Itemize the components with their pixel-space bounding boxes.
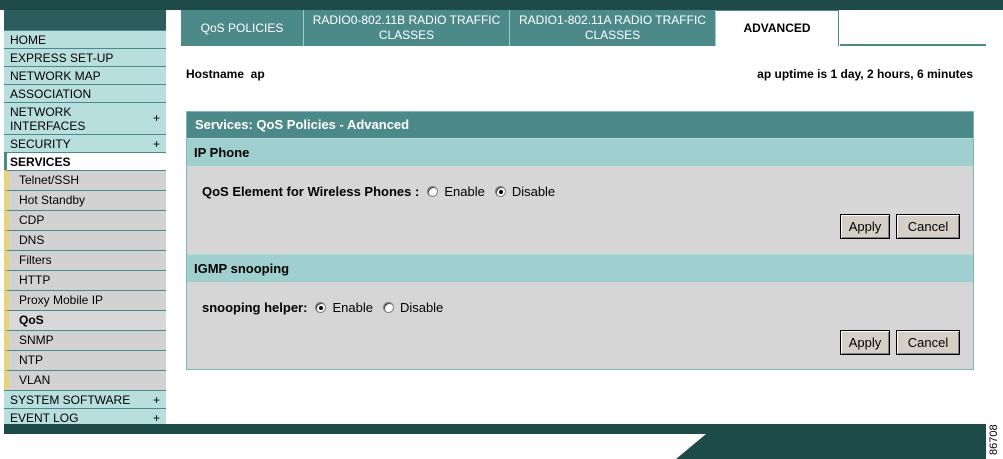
ip-phone-heading: IP Phone xyxy=(187,138,973,166)
sidebar-item-security[interactable]: SECURITY + xyxy=(4,134,166,152)
tab-radio0-traffic-classes[interactable]: RADIO0-802.11B RADIO TRAFFIC CLASSES xyxy=(304,10,510,46)
qos-element-disable-radio[interactable] xyxy=(494,186,506,197)
sidebar-subitem-label: DNS xyxy=(19,233,45,247)
sidebar-subitem-label: QoS xyxy=(19,313,44,327)
sidebar-item-label: EVENT LOG xyxy=(10,411,79,425)
sidebar-item-label: ASSOCIATION xyxy=(10,87,92,101)
qos-element-label: QoS Element for Wireless Phones : xyxy=(202,184,420,199)
sidebar-item-label: SERVICES xyxy=(10,155,71,169)
sidebar-item-association[interactable]: ASSOCIATION xyxy=(4,84,166,102)
tab-bar: QoS POLICIES RADIO0-802.11B RADIO TRAFFI… xyxy=(181,10,839,46)
ip-phone-apply-button[interactable]: Apply xyxy=(840,214,890,239)
qos-element-enable-radio[interactable] xyxy=(427,186,439,197)
snooping-helper-enable-radio[interactable] xyxy=(315,302,327,313)
expand-plus-icon[interactable]: + xyxy=(153,391,160,409)
sidebar-item-label: EXPRESS SET-UP xyxy=(10,51,114,65)
radio-label-enable: Enable xyxy=(332,300,373,315)
sidebar-subitem-label: CDP xyxy=(19,213,45,227)
sidebar-item-network-map[interactable]: NETWORK MAP xyxy=(4,66,166,84)
igmp-cancel-button[interactable]: Cancel xyxy=(896,330,960,355)
panel-title: Services: QoS Policies - Advanced xyxy=(187,112,973,138)
sidebar-subitem-ntp[interactable]: NTP xyxy=(4,350,166,370)
sidebar-subitem-label: VLAN xyxy=(19,373,51,387)
bottom-corner-decoration xyxy=(676,434,986,459)
tab-qos-policies[interactable]: QoS POLICIES xyxy=(181,10,304,46)
igmp-snooping-section: snooping helper: Enable Disable Apply Ca… xyxy=(187,282,973,370)
top-band xyxy=(0,0,1003,10)
snooping-helper-disable-radio[interactable] xyxy=(382,302,394,313)
sidebar-item-label: SECURITY xyxy=(10,137,71,151)
radio-label-disable: Disable xyxy=(511,184,556,199)
sidebar-nav: HOME EXPRESS SET-UP NETWORK MAP ASSOCIAT… xyxy=(4,10,166,426)
sidebar-item-network-interfaces[interactable]: NETWORK INTERFACES + xyxy=(4,102,166,134)
figure-number: 86708 xyxy=(988,424,1000,455)
radio-label-disable: Disable xyxy=(399,300,444,315)
ip-phone-section: QoS Element for Wireless Phones : Enable… xyxy=(187,166,973,254)
hostname-text: Hostname ap xyxy=(186,67,265,81)
sidebar-subitem-snmp[interactable]: SNMP xyxy=(4,330,166,350)
sidebar-subitem-label: SNMP xyxy=(19,333,54,347)
sidebar-subitem-hot-standby[interactable]: Hot Standby xyxy=(4,190,166,210)
sidebar-subitem-cdp[interactable]: CDP xyxy=(4,210,166,230)
snooping-helper-label: snooping helper: xyxy=(202,300,308,315)
sidebar-subitem-dns[interactable]: DNS xyxy=(4,230,166,250)
sidebar-subitem-label: Hot Standby xyxy=(19,193,86,207)
sidebar-subitem-label: HTTP xyxy=(19,273,51,287)
sidebar-subitem-qos[interactable]: QoS xyxy=(4,310,166,330)
tab-underline xyxy=(840,44,986,46)
sidebar-subitem-proxy-mobile-ip[interactable]: Proxy Mobile IP xyxy=(4,290,166,310)
sidebar-subitem-vlan[interactable]: VLAN xyxy=(4,370,166,390)
sidebar-header xyxy=(4,10,166,30)
radio-label-enable: Enable xyxy=(444,184,485,199)
sidebar-item-services[interactable]: SERVICES xyxy=(4,152,166,170)
sidebar-subitem-filters[interactable]: Filters xyxy=(4,250,166,270)
sidebar-item-home[interactable]: HOME xyxy=(4,30,166,48)
tab-radio1-traffic-classes[interactable]: RADIO1-802.11A RADIO TRAFFIC CLASSES xyxy=(510,10,716,46)
ip-phone-cancel-button[interactable]: Cancel xyxy=(896,214,960,239)
sidebar-subitem-label: Proxy Mobile IP xyxy=(19,293,104,307)
sidebar-item-label: NETWORK INTERFACES xyxy=(10,105,86,133)
sidebar-item-label: SYSTEM SOFTWARE xyxy=(10,393,131,407)
bottom-band xyxy=(4,424,986,434)
sidebar-subitem-http[interactable]: HTTP xyxy=(4,270,166,290)
expand-plus-icon[interactable]: + xyxy=(153,111,160,125)
sidebar-item-system-software[interactable]: SYSTEM SOFTWARE + xyxy=(4,390,166,408)
sidebar-item-label: NETWORK MAP xyxy=(10,69,101,83)
tab-advanced[interactable]: ADVANCED xyxy=(716,10,839,46)
sidebar-subitem-label: NTP xyxy=(19,353,43,367)
sidebar-subitem-telnet-ssh[interactable]: Telnet/SSH xyxy=(4,170,166,190)
igmp-snooping-heading: IGMP snooping xyxy=(187,254,973,282)
expand-plus-icon[interactable]: + xyxy=(153,135,160,153)
sidebar-subitem-label: Telnet/SSH xyxy=(19,173,80,187)
qos-advanced-panel: Services: QoS Policies - Advanced IP Pho… xyxy=(186,111,974,370)
igmp-apply-button[interactable]: Apply xyxy=(840,330,890,355)
sidebar-subitem-label: Filters xyxy=(19,253,52,267)
uptime-text: ap uptime is 1 day, 2 hours, 6 minutes xyxy=(757,67,973,81)
sidebar-item-label: HOME xyxy=(10,33,46,47)
sidebar-item-express-setup[interactable]: EXPRESS SET-UP xyxy=(4,48,166,66)
